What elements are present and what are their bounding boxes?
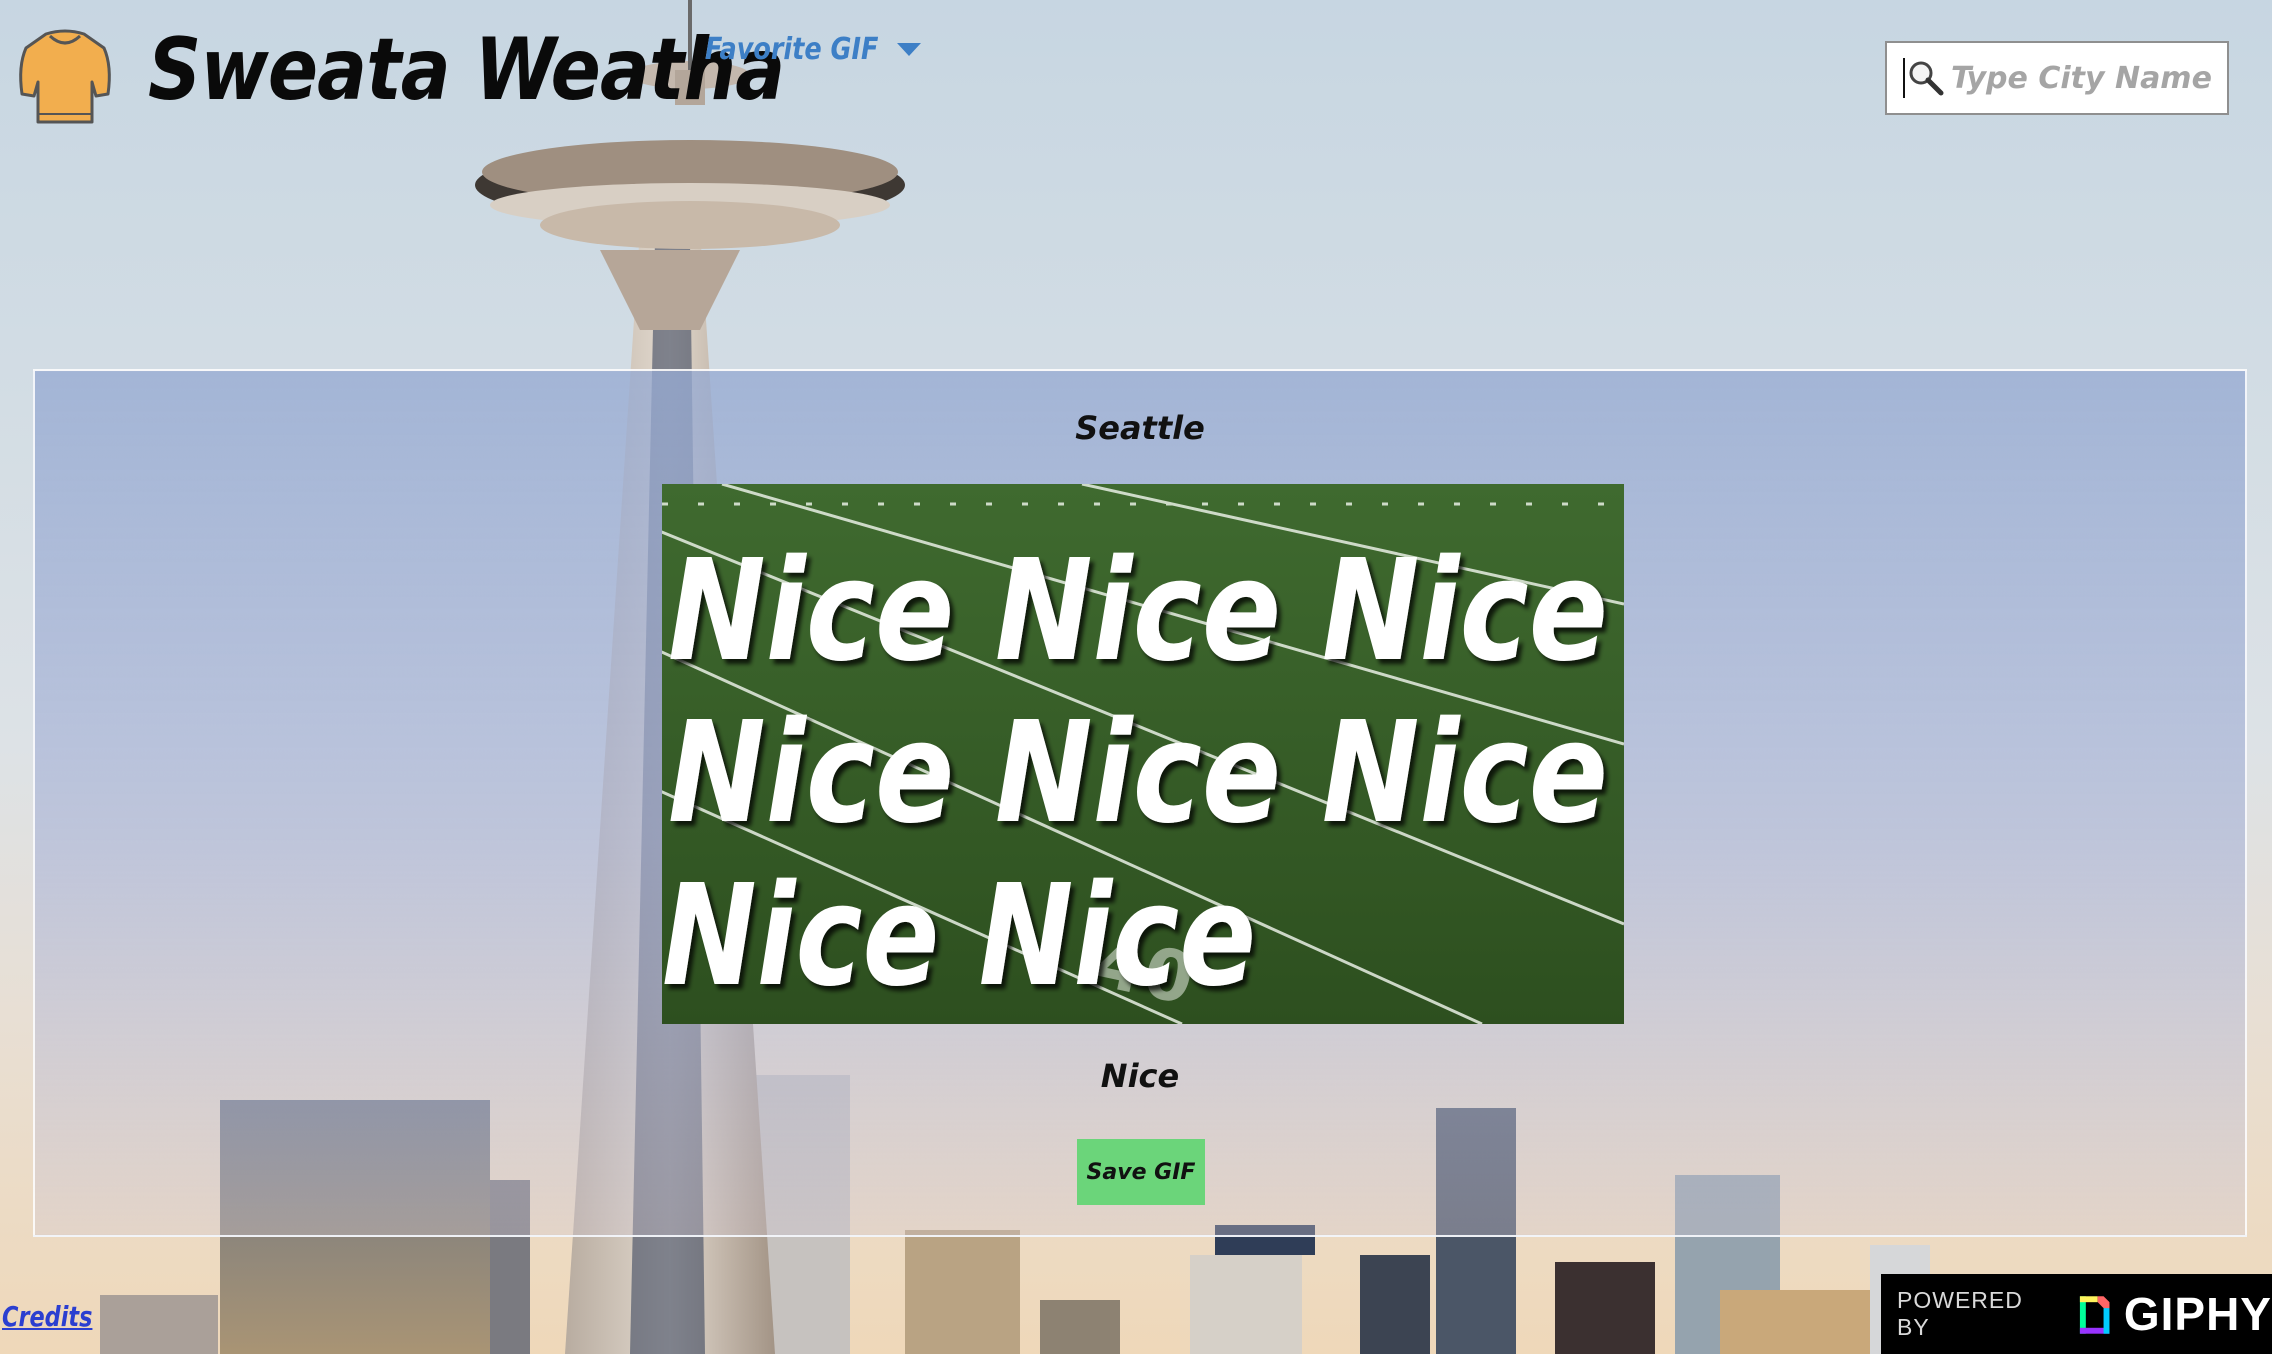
giphy-prefix: POWERED BY xyxy=(1897,1287,2023,1340)
save-gif-button[interactable]: Save GIF xyxy=(1077,1139,1205,1205)
search-icon xyxy=(1909,61,1944,96)
weather-gif-panel: Seattle 40 Nice Nice Nice Nice Nice Nice… xyxy=(33,369,2247,1237)
city-search-input[interactable] xyxy=(1949,59,2223,97)
sweater-icon xyxy=(19,29,111,124)
powered-by-giphy: POWERED BY GIPHY xyxy=(1881,1274,2272,1354)
giphy-brand: GIPHY xyxy=(2123,1288,2272,1340)
gif-caption-line: Nice Nice Nice xyxy=(668,692,1608,855)
app-title: Sweata Weatha xyxy=(148,20,785,120)
credits-link[interactable]: Credits xyxy=(2,1300,92,1333)
favorite-gif-dropdown[interactable]: Favorite GIF xyxy=(705,32,921,67)
gif-title: Nice xyxy=(1100,1057,1180,1095)
gif-caption-line: Nice Nice xyxy=(662,855,1256,1018)
city-search[interactable] xyxy=(1885,41,2229,115)
gif-caption-line: Nice Nice Nice xyxy=(668,530,1608,693)
favorite-gif-label: Favorite GIF xyxy=(705,32,879,67)
chevron-down-icon xyxy=(896,43,921,56)
weather-gif[interactable]: 40 Nice Nice Nice Nice Nice Nice Nice Ni… xyxy=(662,484,1624,1024)
text-cursor xyxy=(1903,58,1905,98)
city-name: Seattle xyxy=(1075,409,1205,447)
giphy-logo-icon xyxy=(2080,1296,2110,1334)
